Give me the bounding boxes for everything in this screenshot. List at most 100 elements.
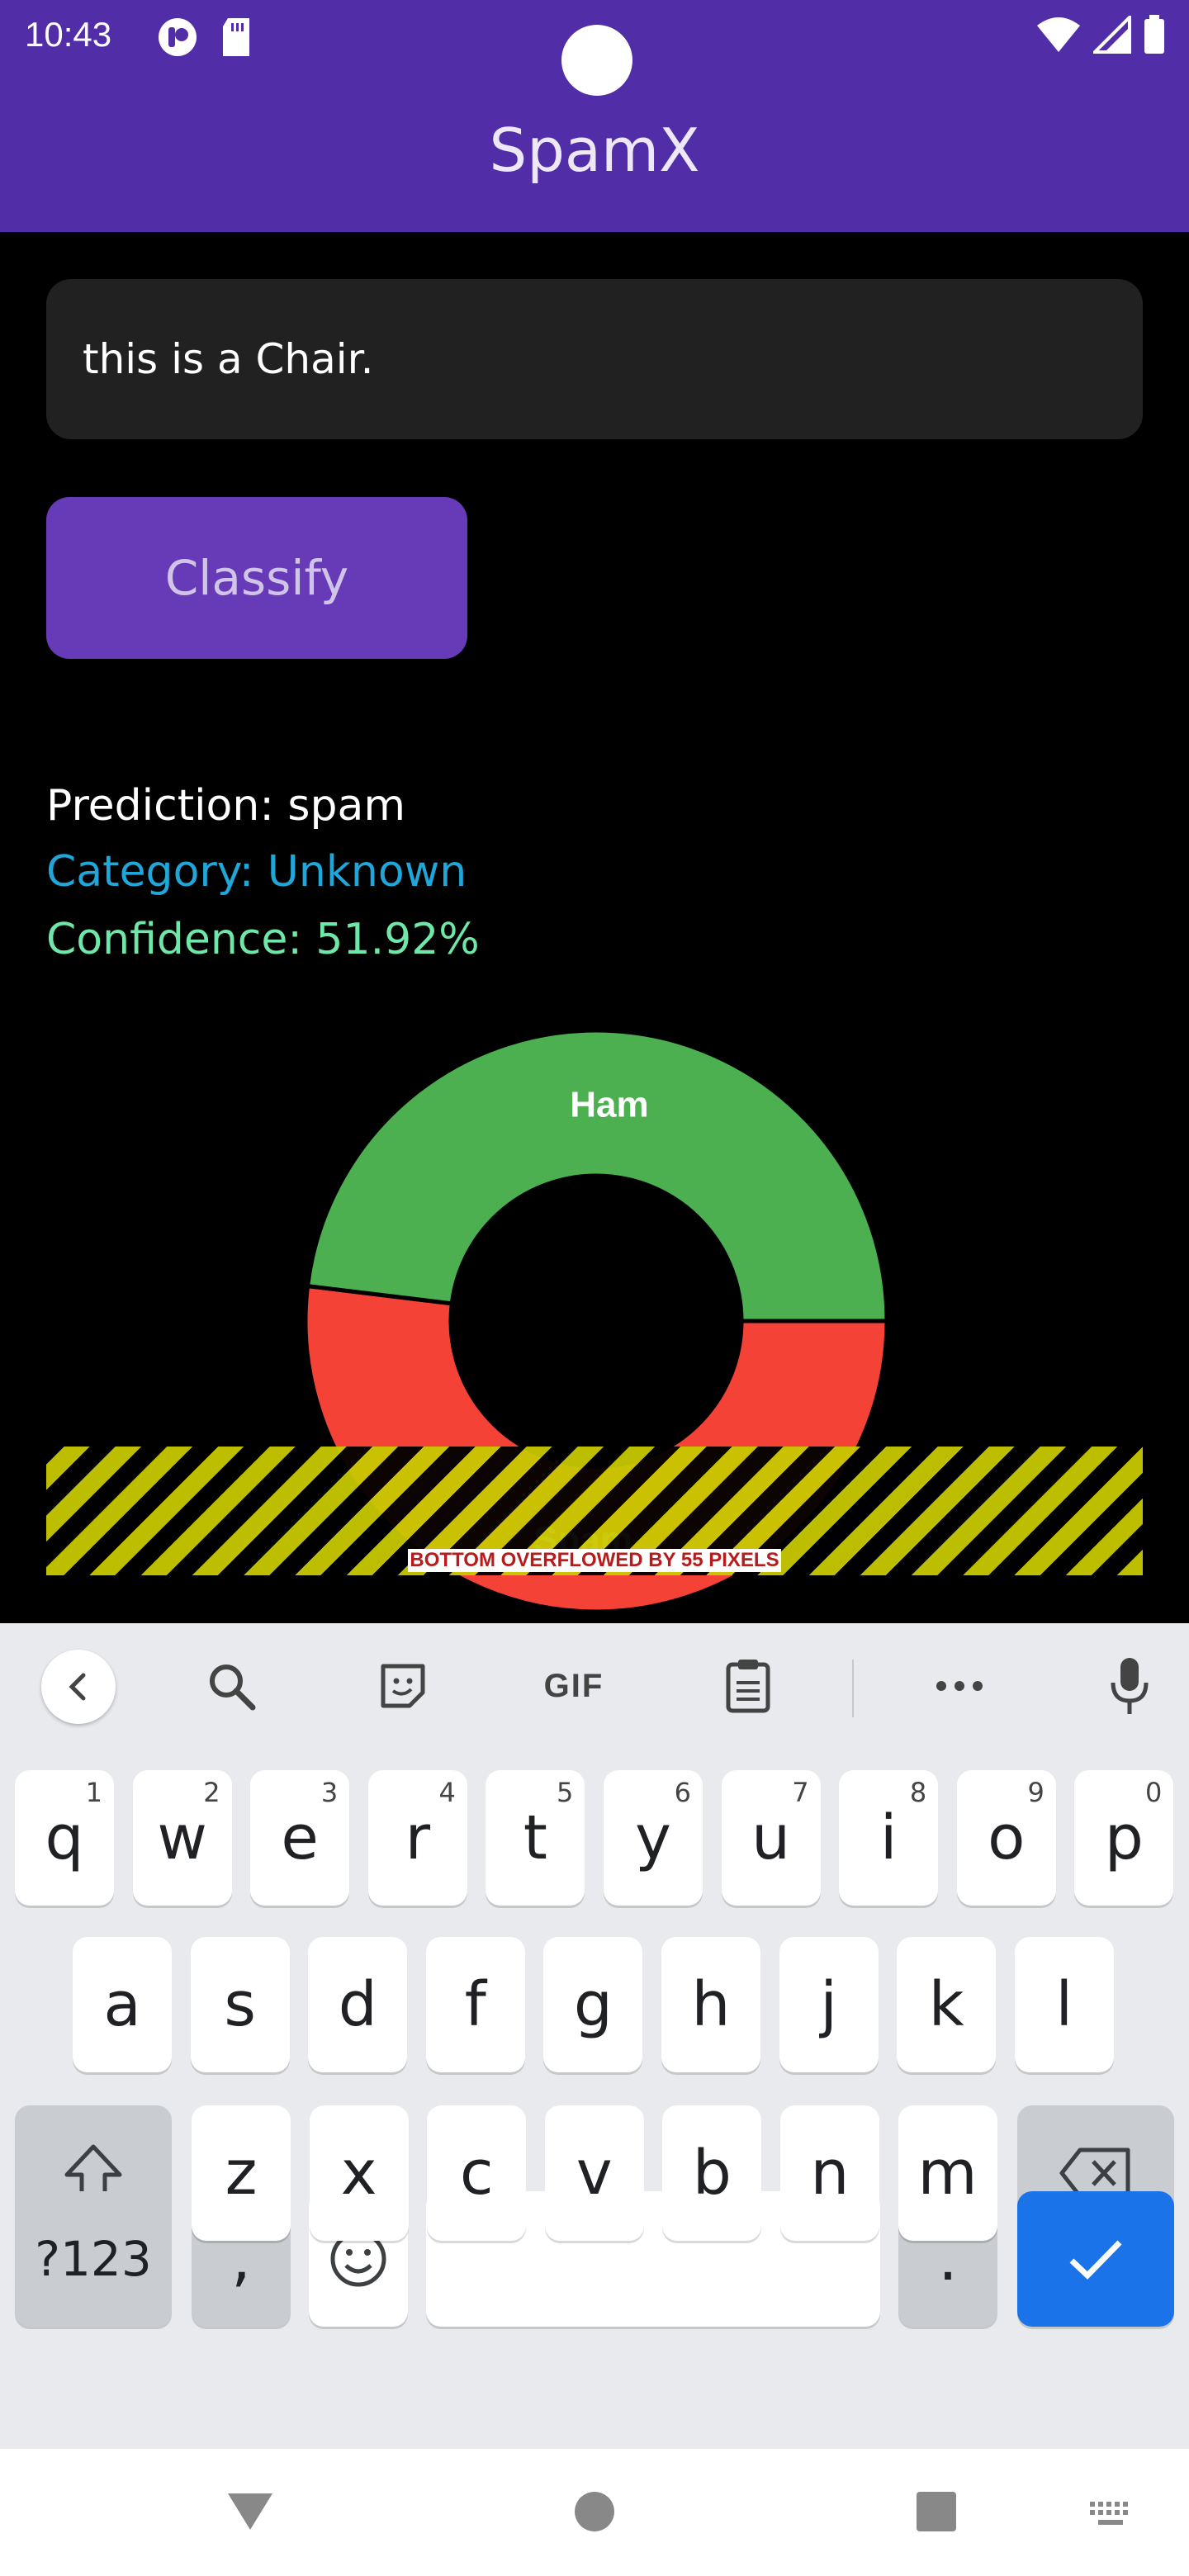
key-r[interactable]: r4 <box>367 1770 467 1906</box>
key-i[interactable]: i8 <box>839 1770 939 1906</box>
key-hint: 7 <box>792 1777 809 1808</box>
key-label: g <box>573 1969 613 2040</box>
keyboard-toolbar: GIF <box>0 1623 1189 1747</box>
sticker-icon <box>381 1664 425 1708</box>
key-z[interactable]: z <box>192 2105 291 2241</box>
search-icon <box>210 1664 256 1711</box>
toolbar-search-button[interactable] <box>200 1655 263 1717</box>
key-label: l <box>1055 1969 1073 2040</box>
back-triangle-icon[interactable] <box>225 2490 276 2533</box>
symbols-key[interactable]: ?123 <box>15 2191 172 2327</box>
more-horizontal-icon <box>936 1681 983 1691</box>
toolbar-gif-button[interactable]: GIF <box>537 1655 611 1717</box>
key-t[interactable]: t5 <box>486 1770 585 1906</box>
key-label: f <box>464 1969 486 2040</box>
message-input-container[interactable] <box>46 279 1143 439</box>
key-l[interactable]: l <box>1014 1937 1114 2072</box>
key-hint: 9 <box>1027 1777 1045 1808</box>
toolbar-back-button[interactable] <box>41 1650 116 1724</box>
key-c[interactable]: c <box>427 2105 527 2241</box>
system-navigation-bar <box>0 2449 1189 2576</box>
signal-icon <box>1093 16 1131 54</box>
key-e[interactable]: e3 <box>250 1770 350 1906</box>
key-y[interactable]: y6 <box>604 1770 703 1906</box>
key-hint: 4 <box>438 1777 456 1808</box>
key-label: k <box>928 1969 964 2040</box>
key-v[interactable]: v <box>544 2105 644 2241</box>
key-f[interactable]: f <box>425 1937 525 2072</box>
key-q[interactable]: q1 <box>15 1770 114 1906</box>
key-label: d <box>338 1969 377 2040</box>
key-label: x <box>340 2138 377 2209</box>
key-label: b <box>692 2138 732 2209</box>
key-p[interactable]: p0 <box>1074 1770 1174 1906</box>
key-s[interactable]: s <box>190 1937 290 2072</box>
key-g[interactable]: g <box>543 1937 643 2072</box>
clipboard-icon <box>726 1660 770 1713</box>
key-label: c <box>459 2138 494 2209</box>
key-label: y <box>635 1802 671 1873</box>
key-u[interactable]: u7 <box>721 1770 821 1906</box>
camera-cutout <box>561 25 632 96</box>
status-time: 10:43 <box>25 15 112 54</box>
key-n[interactable]: n <box>780 2105 879 2241</box>
battery-icon <box>1144 15 1164 54</box>
key-w[interactable]: w2 <box>132 1770 232 1906</box>
checkmark-icon <box>1069 2240 1122 2280</box>
key-label: t <box>523 1802 547 1873</box>
key-j[interactable]: j <box>779 1937 879 2072</box>
key-label: j <box>820 1969 837 2040</box>
donut-label-ham: Ham <box>570 1084 648 1125</box>
message-input[interactable] <box>46 279 1143 439</box>
key-label: e <box>281 1802 319 1873</box>
key-hint: 3 <box>320 1777 339 1808</box>
key-hint: 5 <box>557 1777 574 1808</box>
key-h[interactable]: h <box>661 1937 760 2072</box>
home-circle-icon[interactable] <box>573 2490 616 2533</box>
key-o[interactable]: o9 <box>956 1770 1056 1906</box>
wifi-icon <box>1037 17 1080 52</box>
key-label: i <box>879 1802 898 1873</box>
donut-slice-ham <box>306 1030 887 1324</box>
key-label: s <box>224 1969 256 2040</box>
toolbar-sticker-button[interactable] <box>372 1655 434 1717</box>
app-title: SpamX <box>489 116 700 185</box>
key-label: p <box>1104 1802 1144 1873</box>
key-label: o <box>988 1802 1026 1873</box>
recents-square-icon[interactable] <box>915 2490 958 2533</box>
notification-app-icon <box>159 18 197 56</box>
toolbar-mic-button[interactable] <box>1098 1655 1161 1717</box>
enter-key[interactable] <box>1017 2191 1174 2327</box>
sd-card-icon <box>223 18 249 56</box>
key-hint: 1 <box>85 1777 102 1808</box>
key-label: q <box>45 1802 84 1873</box>
key-label: z <box>225 2138 258 2209</box>
key-m[interactable]: m <box>898 2105 997 2241</box>
category-text: Category: Unknown <box>46 847 467 897</box>
key-label: m <box>917 2138 978 2209</box>
key-hint: 0 <box>1145 1777 1163 1808</box>
toolbar-clipboard-button[interactable] <box>717 1655 779 1717</box>
toolbar-separator <box>852 1660 854 1717</box>
key-a[interactable]: a <box>73 1937 172 2072</box>
key-d[interactable]: d <box>308 1937 408 2072</box>
prediction-text: Prediction: spam <box>46 781 405 831</box>
key-k[interactable]: k <box>897 1937 997 2072</box>
soft-keyboard: GIF ?123 , . q1w2e3r4t5y6u7i8o9p0asdfghj… <box>0 1623 1189 2449</box>
classify-button[interactable]: Classify <box>46 497 467 659</box>
key-hint: 2 <box>203 1777 220 1808</box>
keyboard-switch-icon[interactable] <box>1088 2500 1135 2528</box>
toolbar-more-button[interactable] <box>928 1655 991 1717</box>
key-label: v <box>576 2138 613 2209</box>
key-b[interactable]: b <box>662 2105 762 2241</box>
key-hint: 6 <box>674 1777 691 1808</box>
key-label: w <box>157 1802 207 1873</box>
key-label: u <box>751 1802 791 1873</box>
key-hint: 8 <box>909 1777 927 1808</box>
key-label: r <box>405 1802 431 1873</box>
status-notification-icons <box>157 17 253 58</box>
key-label: h <box>691 1969 731 2040</box>
key-x[interactable]: x <box>309 2105 409 2241</box>
app-bar: 10:43 SpamX <box>0 0 1189 232</box>
status-system-icons <box>1035 15 1166 54</box>
